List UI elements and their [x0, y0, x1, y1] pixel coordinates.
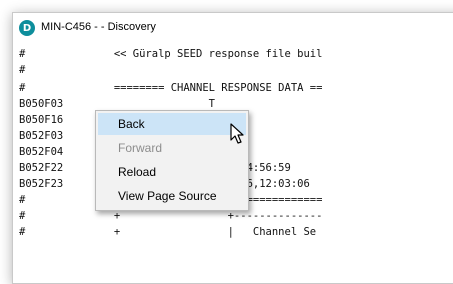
text-line: # + +-------------- — [19, 210, 323, 222]
text-line: # — [19, 64, 26, 76]
menu-item-forward[interactable]: Forward — [98, 137, 246, 159]
text-line: B052F04 — [19, 146, 64, 158]
menu-item-view-page-source[interactable]: View Page Source — [98, 185, 246, 207]
text-line: # << Güralp SEED response file buil — [19, 48, 323, 60]
window-title: MIN-C456 - - Discovery — [41, 21, 156, 33]
text-line: B052F03 — [19, 130, 64, 142]
text-line: B050F16 — [19, 114, 64, 126]
title-bar[interactable]: D MIN-C456 - - Discovery — [13, 13, 453, 45]
text-line: # ======== CHANNEL RESPONSE DATA == — [19, 82, 323, 94]
bottom-fade — [13, 243, 453, 283]
menu-item-reload[interactable]: Reload — [98, 161, 246, 183]
mouse-pointer-icon — [230, 123, 244, 144]
text-line: # + | Channel Se — [19, 226, 317, 238]
discovery-app-icon: D — [19, 20, 35, 36]
text-line: B050F03 T — [19, 98, 215, 110]
context-menu: Back Forward Reload View Page Source — [95, 110, 249, 211]
menu-item-back[interactable]: Back — [98, 113, 246, 135]
